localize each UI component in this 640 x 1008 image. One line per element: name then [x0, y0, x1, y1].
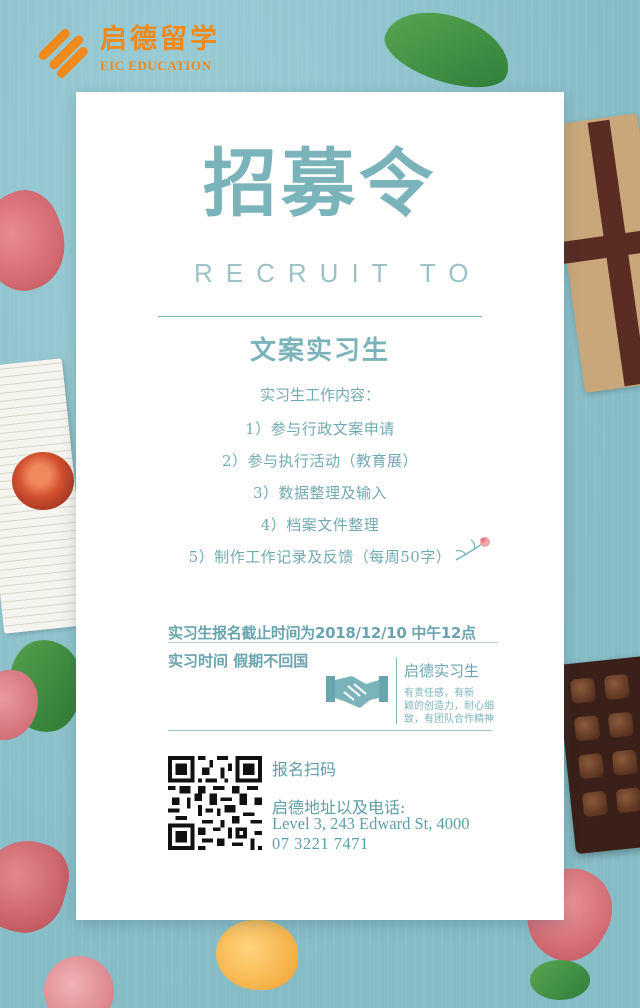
leaf-decoration	[376, 0, 520, 101]
eic-logo-icon	[38, 28, 88, 78]
rose-bud-decoration	[44, 956, 114, 1008]
poster-headline: 招募令	[203, 141, 437, 227]
rose-petal-decoration	[0, 830, 77, 942]
orange-petal-decoration	[216, 920, 298, 990]
duty-item: 1）参与行政文案申请	[245, 420, 395, 438]
deadline-notice: 实习生报名截止时间为2018/12/10 中午12点	[168, 624, 476, 642]
scan-to-register-label: 报名扫码	[272, 760, 337, 779]
handshake-icon	[326, 676, 388, 708]
brand-name-cn: 启德留学	[100, 24, 220, 55]
duties-heading: 实习生工作内容：	[259, 386, 380, 404]
recruitment-poster: 招募令 RECRUIT TO 文案实习生 实习生工作内容： 1）参与行政文案申请…	[76, 92, 564, 920]
badge-title: 启德实习生	[404, 662, 480, 680]
qr-code-icon[interactable]	[168, 756, 262, 850]
leaf-decoration	[530, 960, 590, 1000]
divider	[168, 642, 498, 643]
brand-logo: 启德留学 EIC EDUCATION	[30, 18, 220, 80]
office-phone[interactable]: 07 3221 7471	[272, 834, 369, 854]
office-address: Level 3, 243 Edward St, 4000	[272, 814, 470, 833]
poster-subtitle: RECRUIT TO	[194, 258, 482, 288]
badge-text: 致，有团队合作精神	[404, 714, 494, 725]
position-title: 文案实习生	[249, 336, 390, 366]
duty-item: 4）档案文件整理	[260, 516, 380, 534]
internship-period: 实习时间 假期不回国	[168, 652, 309, 670]
divider	[396, 658, 397, 724]
duty-item: 3）数据整理及输入	[252, 484, 388, 502]
chocolate-box-decoration	[556, 655, 640, 855]
divider	[158, 316, 482, 317]
duty-item: 2）参与执行活动（教育展）	[221, 452, 419, 470]
rose-flower-decoration	[12, 452, 74, 510]
flower-sketch-icon	[455, 537, 490, 561]
divider	[168, 730, 492, 731]
brand-name-en: EIC EDUCATION	[100, 58, 212, 73]
rose-petal-decoration	[0, 180, 79, 302]
